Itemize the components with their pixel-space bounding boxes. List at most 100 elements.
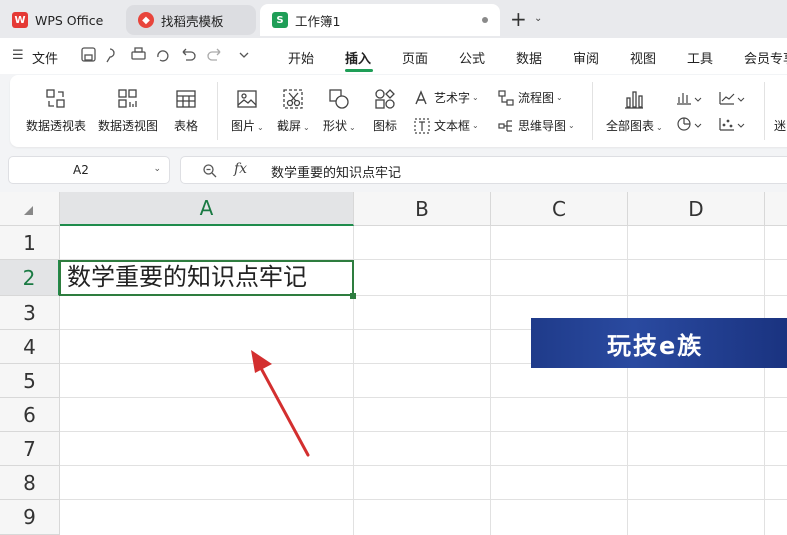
menu-member[interactable]: 会员专享 <box>744 48 787 67</box>
row-header-2[interactable]: 2 <box>0 260 60 296</box>
wps-logo-icon: W <box>12 12 28 28</box>
name-box-chevron-down-icon[interactable]: ⌄ <box>153 164 161 174</box>
new-tab-plus-icon[interactable]: + <box>510 9 527 29</box>
menu-review[interactable]: 审阅 <box>573 48 599 67</box>
screenshot-label: 截屏 ⌄ <box>277 119 310 133</box>
formula-input[interactable]: 数学重要的知识点牢记 <box>271 162 401 181</box>
icon-button[interactable]: 图标 <box>373 88 397 134</box>
print-icon <box>131 51 146 60</box>
shape-icon <box>329 89 350 109</box>
icon-label: 图标 <box>373 119 398 133</box>
textbox-label: 文本框 <box>434 119 471 133</box>
row-header-1[interactable]: 1 <box>0 226 60 260</box>
ribbon-divider <box>217 82 218 140</box>
menu-page[interactable]: 页面 <box>402 48 428 67</box>
pie-chart-chevron-icon <box>694 123 702 128</box>
screenshot-scissors-icon <box>283 89 304 109</box>
menu-tools[interactable]: 工具 <box>687 48 713 67</box>
textbox-icon <box>414 117 430 134</box>
formula-bar[interactable]: fx 数学重要的知识点牢记 <box>180 156 787 184</box>
textbox-button[interactable]: 文本框 ⌄ <box>414 117 479 134</box>
tab-wps-label: WPS Office <box>35 12 104 28</box>
tab-template[interactable]: ◆ 找稻壳模板 <box>126 5 256 35</box>
pivot-table-button[interactable]: 数据透视表 <box>26 88 86 134</box>
watermark-banner: 玩技e族 <box>531 318 787 368</box>
pivot-table-label: 数据透视表 <box>26 119 87 133</box>
row-header-5[interactable]: 5 <box>0 364 60 398</box>
row-header-3[interactable]: 3 <box>0 296 60 330</box>
scatter-chart-icon <box>719 118 734 131</box>
wps-spreadsheet-window: W WPS Office ◆ 找稻壳模板 S 工作簿1 + ⌄ ☰ 文件 开始 … <box>0 0 787 535</box>
fill-handle[interactable] <box>350 293 356 299</box>
cell-a2-selected[interactable]: 数学重要的知识点牢记 <box>59 260 354 296</box>
wordart-label: 艺术字 <box>434 91 471 105</box>
row-header-8[interactable]: 8 <box>0 466 60 500</box>
grid-column-line <box>764 226 765 535</box>
undo-icon <box>182 48 196 61</box>
mindmap-button[interactable]: 思维导图 ⌄ <box>498 117 575 134</box>
hamburger-menu-icon[interactable]: ☰ <box>12 48 24 63</box>
select-all-corner[interactable] <box>0 192 60 226</box>
wordart-button[interactable]: 艺术字 ⌄ <box>414 89 479 106</box>
picture-label: 图片 ⌄ <box>231 119 264 133</box>
column-header-e[interactable] <box>765 192 787 226</box>
unsaved-dot-icon <box>482 17 488 23</box>
name-box[interactable]: A2 ⌄ <box>8 156 170 184</box>
menu-data[interactable]: 数据 <box>516 48 542 67</box>
row-header-6[interactable]: 6 <box>0 398 60 432</box>
more-charts-label[interactable]: 迷 <box>774 117 786 134</box>
quick-access-chevron-icon <box>239 52 249 58</box>
pivot-table-icon <box>46 89 65 108</box>
name-box-value: A2 <box>73 163 89 177</box>
column-chart-chevron-icon <box>694 97 702 102</box>
wordart-icon <box>415 89 427 104</box>
docer-logo-icon: ◆ <box>138 12 154 28</box>
table-button[interactable]: 表格 <box>174 88 198 134</box>
ribbon-divider-2 <box>592 82 593 140</box>
menu-home[interactable]: 开始 <box>288 48 314 67</box>
column-header-c[interactable]: C <box>491 192 628 226</box>
insert-function-fx-icon[interactable]: fx <box>234 161 247 177</box>
shape-button[interactable]: 形状 ⌄ <box>323 88 356 134</box>
line-chart-chevron-icon <box>737 97 745 102</box>
pivot-chart-label: 数据透视图 <box>98 119 159 133</box>
mindmap-label: 思维导图 <box>518 119 567 133</box>
menu-formula[interactable]: 公式 <box>459 48 485 67</box>
all-charts-button[interactable]: 全部图表 ⌄ <box>606 88 663 134</box>
grid-row-line <box>60 465 787 466</box>
ribbon-divider-3 <box>764 82 765 140</box>
menu-view[interactable]: 视图 <box>630 48 656 67</box>
tab-workbook[interactable]: S 工作簿1 <box>260 4 500 36</box>
grid-row-line <box>60 499 787 500</box>
row-header-7[interactable]: 7 <box>0 432 60 466</box>
picture-icon <box>237 90 258 108</box>
tab-wps-office[interactable]: W WPS Office <box>0 4 120 36</box>
all-charts-label: 全部图表 ⌄ <box>606 119 663 133</box>
icon-library-icon <box>375 89 395 109</box>
active-tab-indicator <box>345 69 373 72</box>
row-header-9[interactable]: 9 <box>0 500 60 535</box>
menu-insert[interactable]: 插入 <box>345 48 371 67</box>
table-label: 表格 <box>174 119 199 133</box>
screenshot-button[interactable]: 截屏 ⌄ <box>277 88 310 134</box>
zoom-search-icon[interactable] <box>202 163 218 179</box>
chart-type-shortcuts[interactable] <box>676 90 756 134</box>
redo-icon <box>207 48 221 61</box>
tab-template-label: 找稻壳模板 <box>161 13 224 29</box>
bar-chart-icon <box>625 91 644 109</box>
row-header-4[interactable]: 4 <box>0 330 60 364</box>
grid-column-line <box>627 226 628 535</box>
menu-file[interactable]: 文件 <box>32 48 58 67</box>
column-header-b[interactable]: B <box>354 192 491 226</box>
column-header-d[interactable]: D <box>628 192 765 226</box>
flowchart-button[interactable]: 流程图 ⌄ <box>498 89 563 106</box>
pivot-chart-icon <box>118 89 137 108</box>
picture-button[interactable]: 图片 ⌄ <box>231 88 264 134</box>
pivot-chart-button[interactable]: 数据透视图 <box>98 88 158 134</box>
export-icon <box>106 48 115 63</box>
red-annotation-arrow-icon <box>251 350 310 457</box>
column-header-a[interactable]: A <box>60 192 354 226</box>
watermark-text: 玩技e族 <box>607 331 704 360</box>
flowchart-label: 流程图 <box>518 91 555 105</box>
new-tab-chevron-down-icon[interactable]: ⌄ <box>534 13 542 24</box>
